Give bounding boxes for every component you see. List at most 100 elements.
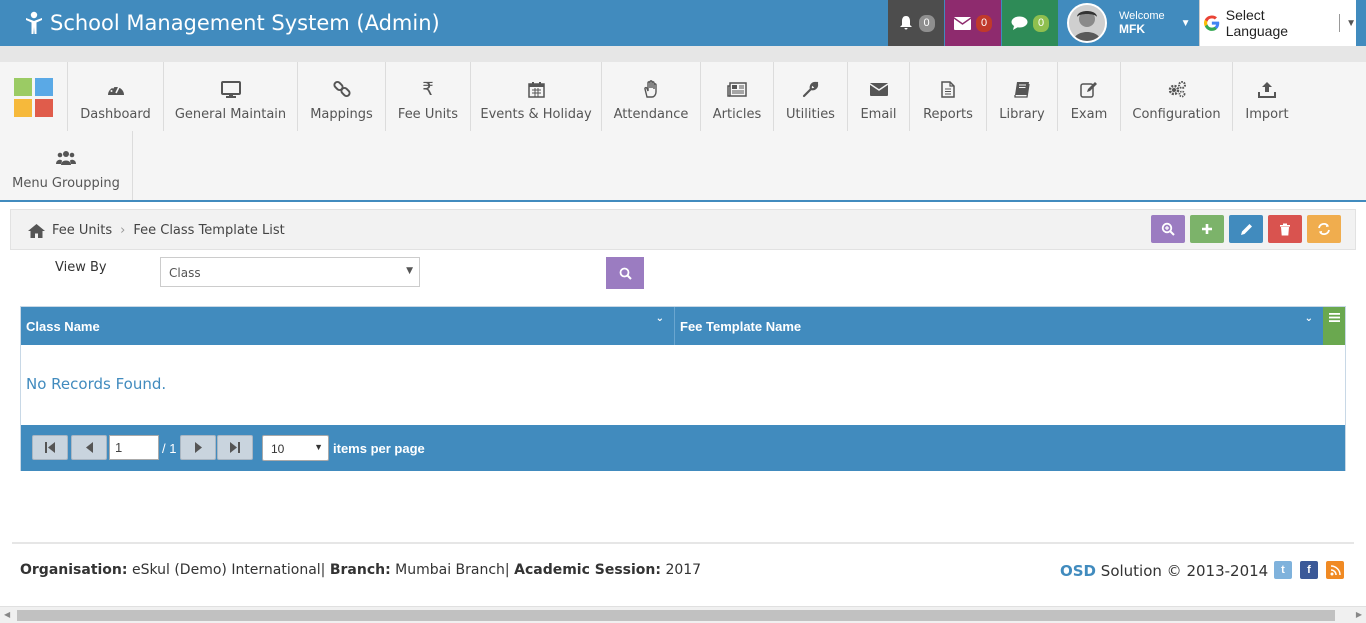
main-menu: Dashboard General Maintain Mappings ₹ Fe…: [0, 62, 1366, 202]
separator: [1339, 14, 1341, 32]
menu-attendance[interactable]: Attendance: [602, 62, 701, 131]
messages-count: 0: [976, 14, 992, 32]
scrollbar-thumb[interactable]: [17, 610, 1335, 621]
column-header-label: Fee Template Name: [680, 318, 802, 334]
menu-dashboard[interactable]: Dashboard: [68, 62, 164, 131]
breadcrumb: Fee Units › Fee Class Template List: [27, 210, 285, 251]
twitter-icon[interactable]: t: [1274, 561, 1292, 579]
rupee-icon: ₹: [422, 78, 434, 99]
menu-label: Fee Units: [397, 107, 459, 122]
prev-page-button[interactable]: [71, 435, 107, 460]
comment-icon: [1011, 16, 1028, 30]
hand-icon: [644, 80, 657, 98]
menu-label: Attendance: [613, 107, 689, 122]
users-icon: [56, 151, 76, 165]
brand[interactable]: School Management System (Admin): [24, 0, 440, 46]
menu-exam[interactable]: Exam: [1058, 62, 1121, 131]
link-icon: [332, 80, 351, 98]
menu-email[interactable]: Email: [848, 62, 910, 131]
fee-class-template-grid: Class Name ⌄ Fee Template Name ⌄ No Reco…: [20, 306, 1346, 471]
dashboard-icon: [107, 85, 124, 95]
scroll-right-arrow[interactable]: ▶: [1356, 610, 1362, 619]
last-page-button[interactable]: [217, 435, 253, 460]
gears-icon: [1168, 81, 1186, 98]
branch-label: Branch:: [329, 562, 391, 578]
menu-label: Articles: [712, 107, 762, 122]
menu-configuration[interactable]: Configuration: [1121, 62, 1233, 131]
menu-general-maintain[interactable]: General Maintain: [164, 62, 298, 131]
next-page-button[interactable]: [180, 435, 216, 460]
page-number-input[interactable]: 1: [109, 435, 159, 460]
column-fee-template-name[interactable]: Fee Template Name ⌄: [675, 307, 1323, 345]
scroll-left-arrow[interactable]: ◀: [4, 610, 10, 619]
menu-articles[interactable]: Articles: [701, 62, 774, 131]
view-by-label: View By: [55, 260, 107, 275]
zoom-search-button[interactable]: [1151, 215, 1185, 243]
chevron-down-icon[interactable]: ⌄: [656, 313, 664, 324]
items-per-page-label: items per page: [333, 441, 425, 456]
breadcrumb-current: Fee Class Template List: [133, 223, 285, 238]
horizontal-scrollbar[interactable]: ◀ ▶: [0, 606, 1366, 623]
menu-fee-units[interactable]: ₹ Fee Units: [386, 62, 471, 131]
column-class-name[interactable]: Class Name ⌄: [21, 307, 675, 345]
messages-button[interactable]: 0: [945, 0, 1001, 46]
monitor-icon: [220, 80, 241, 98]
delete-button[interactable]: [1268, 215, 1302, 243]
company-name[interactable]: OSD: [1060, 562, 1096, 580]
trash-icon: [1280, 223, 1290, 235]
menu-utilities[interactable]: Utilities: [774, 62, 848, 131]
column-menu-button[interactable]: [1323, 307, 1345, 345]
refresh-button[interactable]: [1307, 215, 1341, 243]
menu-library[interactable]: Library: [987, 62, 1058, 131]
menu-reports[interactable]: Reports: [910, 62, 987, 131]
user-menu[interactable]: Welcome MFK ▼: [1059, 0, 1197, 46]
notifications-button[interactable]: 0: [888, 0, 944, 46]
breadcrumb-bar: Fee Units › Fee Class Template List: [10, 209, 1356, 250]
chevron-down-icon: ▼: [406, 266, 413, 276]
calendar-icon: [527, 81, 545, 98]
search-button[interactable]: [606, 257, 644, 289]
chevron-down-icon[interactable]: ⌄: [1305, 313, 1313, 324]
view-by-value: Class: [169, 266, 201, 280]
sub-header-bar: [0, 46, 1366, 62]
view-by-select[interactable]: Class ▼: [160, 257, 420, 287]
chevron-down-icon: ▼: [1180, 17, 1191, 29]
breadcrumb-home[interactable]: Fee Units: [52, 223, 112, 238]
grid-pager: 1 / 1 10 ▼ items per page: [21, 425, 1345, 471]
google-icon: [1204, 15, 1220, 31]
menu-label: General Maintain: [174, 107, 287, 122]
bell-icon: [899, 16, 912, 30]
rss-icon[interactable]: [1326, 561, 1344, 579]
last-page-icon: [230, 442, 240, 453]
chats-button[interactable]: 0: [1002, 0, 1058, 46]
menu-label: Menu Groupping: [12, 176, 120, 191]
menu-events-holiday[interactable]: Events & Holiday: [471, 62, 602, 131]
file-icon: [941, 80, 955, 98]
page-size-value: 10: [271, 442, 285, 456]
wrench-icon: [802, 81, 819, 97]
envelope-icon: [954, 16, 971, 30]
search-plus-icon: [1161, 222, 1175, 236]
facebook-icon[interactable]: f: [1300, 561, 1318, 579]
session-value: 2017: [665, 562, 702, 578]
menu-label: Email: [860, 107, 897, 122]
menu-label: Configuration: [1132, 107, 1221, 122]
menu-home-tiles[interactable]: [0, 62, 68, 131]
first-page-button[interactable]: [32, 435, 68, 460]
home-icon[interactable]: [27, 223, 46, 239]
page-size-select[interactable]: 10 ▼: [262, 435, 329, 461]
menu-groupping[interactable]: Menu Groupping: [0, 131, 133, 200]
menu-mappings[interactable]: Mappings: [298, 62, 386, 131]
avatar: [1067, 3, 1107, 43]
upload-icon: [1258, 81, 1276, 98]
footer-divider: [12, 542, 1354, 544]
add-button[interactable]: [1190, 215, 1224, 243]
edit-button[interactable]: [1229, 215, 1263, 243]
chevron-down-icon: ▼: [1346, 17, 1356, 29]
tiles-logo-icon: [14, 78, 54, 118]
refresh-icon: [1318, 223, 1330, 235]
app-title: School Management System (Admin): [50, 11, 440, 35]
notifications-count: 0: [918, 14, 935, 32]
language-select[interactable]: Select Language ▼: [1199, 0, 1356, 46]
menu-import[interactable]: Import: [1233, 62, 1301, 131]
